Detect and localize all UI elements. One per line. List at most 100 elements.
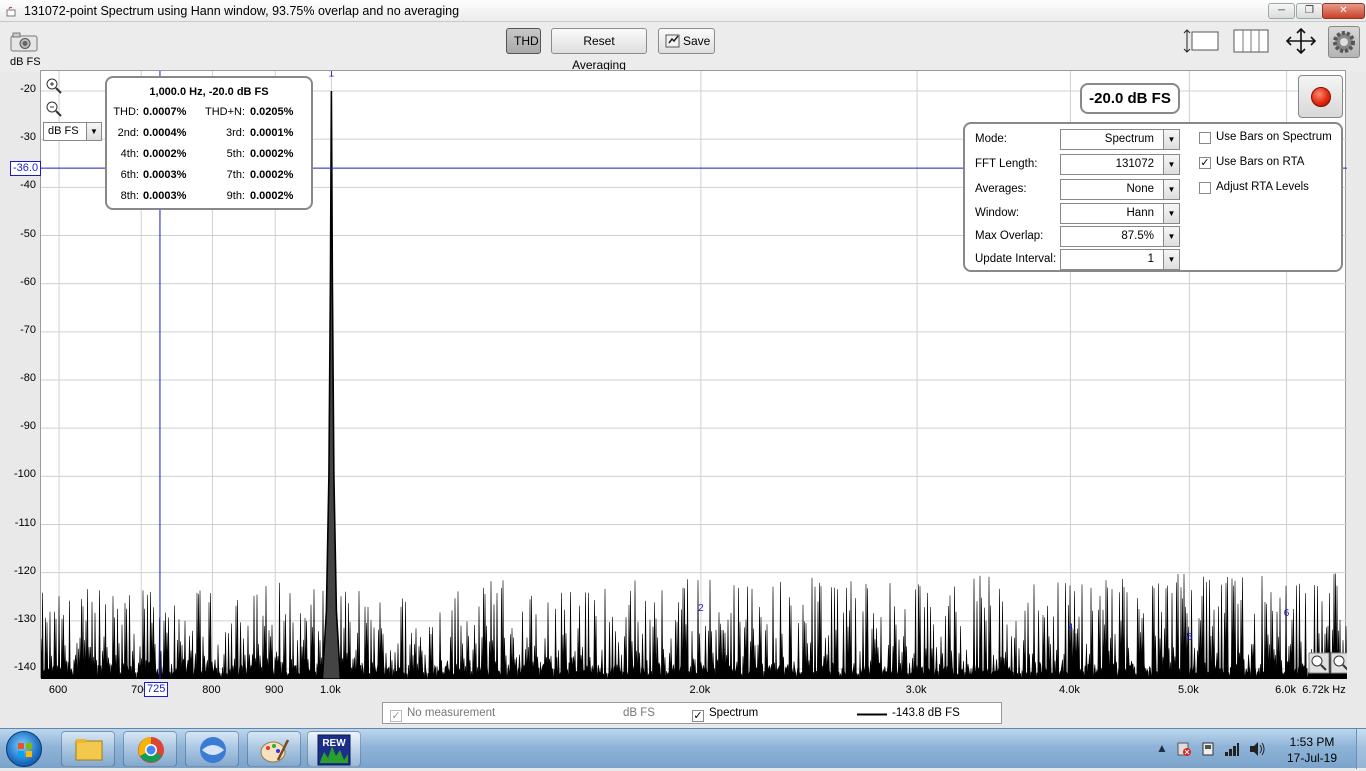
checkbox[interactable] <box>1199 132 1211 144</box>
spectrum-value: -143.8 dB FS <box>892 707 960 719</box>
checkbox[interactable]: ✓ <box>1199 157 1211 169</box>
x-tick-label: 2.0k <box>689 684 711 696</box>
x-tick-label: 6.72k Hz <box>1302 684 1346 696</box>
toolbar: THD Reset Averaging Save <box>0 22 1366 72</box>
zoom-out-icon[interactable] <box>45 100 63 118</box>
taskbar-paint[interactable] <box>247 731 301 767</box>
thd-value: 0.0002% <box>250 169 294 181</box>
spectrum-checkbox[interactable]: ✓ <box>692 710 704 722</box>
close-icon: ✕ <box>1339 5 1348 16</box>
y-tick-label: -60 <box>20 275 36 288</box>
thd-label: THD+N: <box>204 106 245 118</box>
cursor-level-readout: -36.0 <box>10 161 42 176</box>
chrome-icon <box>138 737 164 763</box>
reset-averaging-button[interactable]: Reset Averaging <box>551 28 647 72</box>
volume-icon[interactable] <box>1248 741 1266 757</box>
save-button-label: Save <box>683 34 711 48</box>
java-app-icon <box>6 6 16 17</box>
x-tick-label: 5.0k <box>1177 684 1199 696</box>
setting-select[interactable]: 131072 ▼ <box>1060 154 1180 175</box>
minimize-icon: ─ <box>1277 5 1286 16</box>
y-tick-label: -40 <box>20 179 36 192</box>
show-desktop-button[interactable] <box>1356 729 1366 769</box>
chevron-down-icon: ▼ <box>1163 204 1179 223</box>
pan-arrows-icon[interactable] <box>1284 28 1318 54</box>
fit-vertical-icon[interactable] <box>1182 28 1220 54</box>
save-icon <box>665 34 680 48</box>
taskbar-chrome[interactable] <box>123 731 177 767</box>
y-tick-label: -30 <box>20 131 36 144</box>
thd-results-panel: 1,000.0 Hz, -20.0 dB FS THD: 0.0007% THD+N… <box>105 76 313 210</box>
device-icon[interactable] <box>1200 741 1216 757</box>
maximize-button[interactable]: ❐ <box>1296 3 1323 19</box>
setting-select-value: None <box>1126 183 1155 195</box>
y-tick-label: -110 <box>14 516 36 529</box>
setting-select[interactable]: Spectrum ▼ <box>1060 129 1180 150</box>
thd-row: 8th: 0.0003% 9th: 0.0002% <box>107 190 311 206</box>
folder-icon <box>75 739 103 761</box>
checkbox[interactable] <box>1199 182 1211 194</box>
title-bar: 131072-point Spectrum using Hann window,… <box>0 0 1366 22</box>
record-button[interactable] <box>1298 75 1343 118</box>
zoom-in-corner-icon-lens <box>1333 655 1345 667</box>
checkbox-label: Adjust RTA Levels <box>1216 181 1309 193</box>
taskbar-network-app[interactable] <box>185 731 239 767</box>
fit-columns-icon[interactable] <box>1233 28 1269 54</box>
chevron-down-icon: ▼ <box>1163 250 1179 269</box>
window-title: 131072-point Spectrum using Hann window,… <box>24 4 460 18</box>
taskbar-rew[interactable]: REW <box>307 731 361 767</box>
thd-value: 0.0002% <box>250 148 294 160</box>
harmonic-marker: 6 <box>1284 608 1290 619</box>
show-hidden-icons-icon[interactable]: ▲ <box>1156 741 1168 755</box>
system-clock[interactable]: 1:53 PM 17-Jul-19 <box>1272 734 1352 766</box>
thd-value: 0.0003% <box>143 190 187 202</box>
paint-icon <box>260 739 290 763</box>
chevron-down-icon: ▼ <box>1163 130 1179 149</box>
x-tick-label: 6.0k <box>1275 684 1296 696</box>
minimize-button[interactable]: ─ <box>1268 3 1295 19</box>
setting-select[interactable]: None ▼ <box>1060 179 1180 200</box>
taskbar-explorer[interactable] <box>61 731 115 767</box>
y-tick-label: -100 <box>13 468 36 481</box>
close-button[interactable]: ✕ <box>1322 3 1365 19</box>
y-axis-unit: dB FS <box>10 56 41 68</box>
x-tick-label: 4.0k <box>1059 684 1080 696</box>
save-button[interactable]: Save <box>658 28 715 54</box>
camera-icon[interactable] <box>10 32 38 52</box>
zoom-in-icon[interactable] <box>45 77 63 95</box>
setting-select[interactable]: 87.5% ▼ <box>1060 226 1180 247</box>
thd-row: 4th: 0.0002% 5th: 0.0002% <box>107 148 311 164</box>
setting-select[interactable]: 1 ▼ <box>1060 249 1180 270</box>
y-tick-label: -20 <box>20 83 36 95</box>
spectrum-label: Spectrum <box>709 707 759 719</box>
thd-row: 2nd: 0.0004% 3rd: 0.0001% <box>107 127 311 143</box>
setting-label: FFT Length: <box>975 158 1038 170</box>
no-measurement-label: No measurement <box>407 707 496 719</box>
restore-icon: ❐ <box>1305 5 1314 16</box>
no-measurement-checkbox[interactable]: ✓ <box>390 710 402 722</box>
setting-label: Mode: <box>975 133 1007 145</box>
thd-label: 6th: <box>120 169 139 181</box>
legend-unit: dB FS <box>623 707 655 719</box>
x-tick-label: 900 <box>265 684 284 696</box>
harmonic-marker: 4 <box>1068 622 1074 633</box>
settings-button[interactable] <box>1328 26 1360 58</box>
noise-floor-trace <box>41 573 1347 679</box>
y-tick-label: -90 <box>20 420 36 433</box>
setting-select-value: 87.5% <box>1121 230 1154 242</box>
thd-label: 8th: <box>120 190 139 202</box>
thd-value: 0.0002% <box>143 148 187 160</box>
y-tick-label: -70 <box>20 323 36 336</box>
start-button[interactable] <box>6 731 42 767</box>
y-unit-select[interactable]: dB FS ▼ <box>43 122 102 141</box>
setting-select-value: 1 <box>1147 253 1154 265</box>
taskbar: REW ▲ 1:53 PM 17-Jul-19 <box>0 728 1366 769</box>
thd-button[interactable]: THD <box>506 28 541 54</box>
y-tick-label: -140 <box>13 661 36 673</box>
setting-select[interactable]: Hann ▼ <box>1060 203 1180 224</box>
setting-label: Window: <box>975 207 1020 219</box>
action-center-flag-icon[interactable] <box>1176 741 1192 757</box>
setting-label: Averages: <box>975 183 1027 195</box>
y-tick-label: -50 <box>20 227 36 240</box>
network-signal-icon[interactable] <box>1224 741 1240 757</box>
